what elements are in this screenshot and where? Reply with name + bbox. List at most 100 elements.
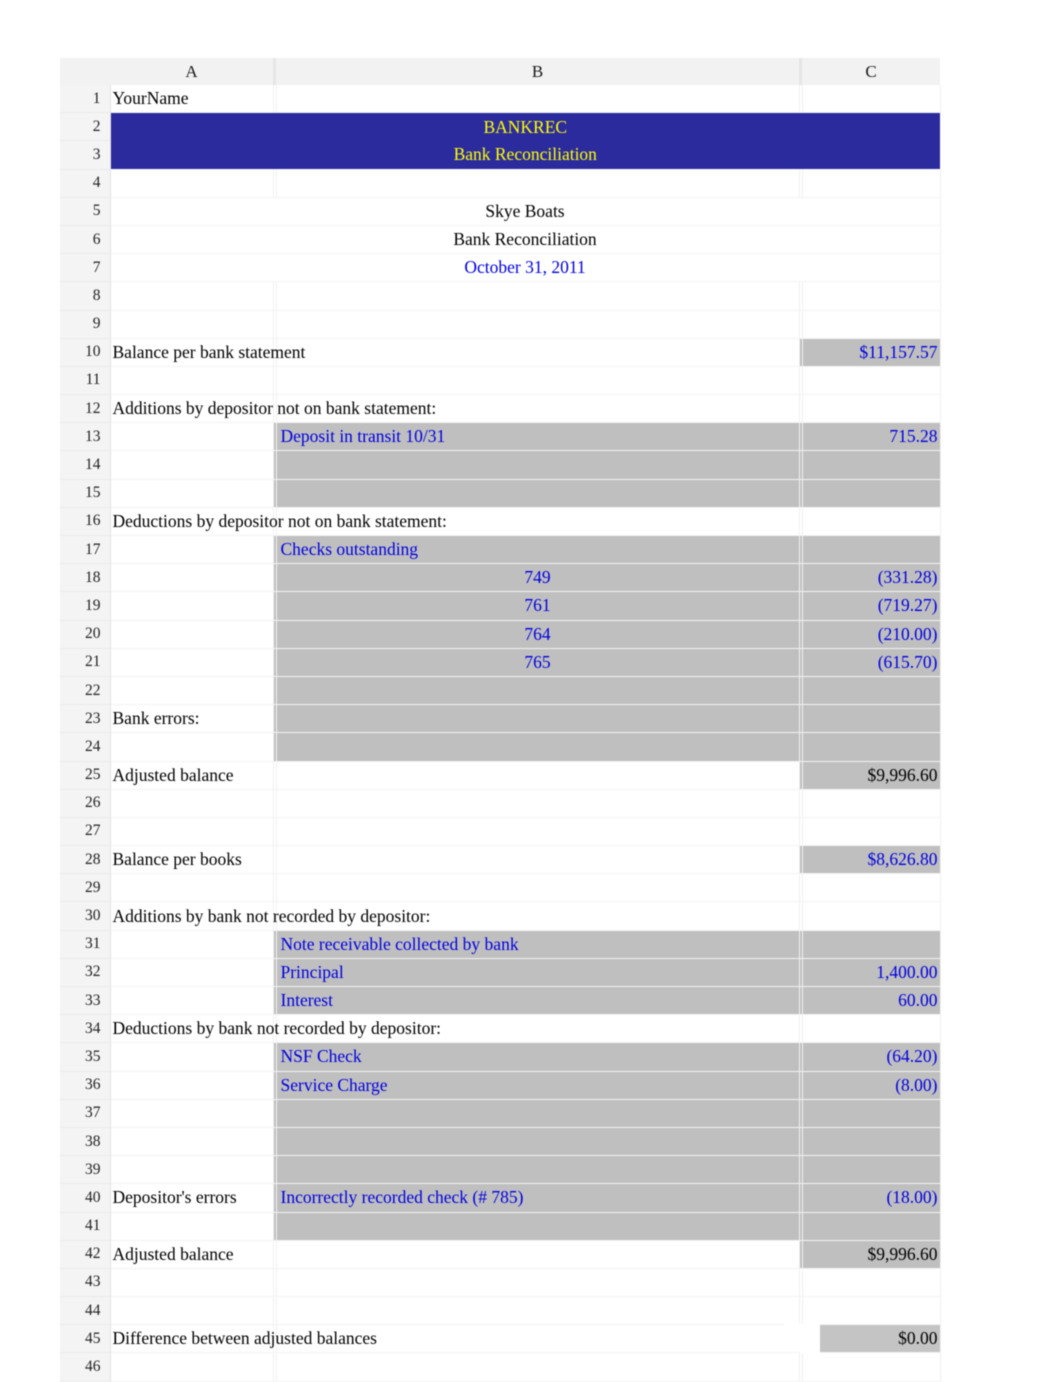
cell-b42[interactable]: [276, 1240, 800, 1269]
row-header-27[interactable]: 27: [60, 817, 111, 847]
cell-deposit-in-transit-label[interactable]: Deposit in transit 10/31: [276, 422, 800, 452]
table-row[interactable]: 18 749 (331.28): [60, 563, 941, 593]
cell-b26[interactable]: [276, 789, 800, 818]
row-header-43[interactable]: 43: [60, 1268, 111, 1298]
table-row[interactable]: 19 761 (719.27): [60, 591, 941, 621]
cell-report-date[interactable]: October 31, 2011: [110, 253, 941, 283]
cell-nsf-check-label[interactable]: NSF Check: [276, 1042, 800, 1072]
cell-service-charge-label[interactable]: Service Charge: [276, 1071, 800, 1100]
cell-c39[interactable]: [802, 1155, 941, 1185]
column-header-b[interactable]: B: [276, 58, 799, 85]
cell-a31[interactable]: [110, 930, 274, 959]
cell-b22[interactable]: [276, 676, 800, 706]
row-header-29[interactable]: 29: [60, 873, 111, 903]
cell-check-number-761[interactable]: 761: [276, 591, 800, 621]
cell-difference-value[interactable]: $0.00: [784, 1324, 941, 1354]
cell-b41[interactable]: [276, 1212, 800, 1241]
table-row[interactable]: 24: [60, 732, 941, 762]
cell-banner-title[interactable]: BANKREC: [110, 112, 940, 141]
cell-c30[interactable]: [802, 901, 941, 931]
cell-c31[interactable]: [802, 930, 941, 959]
row-header-18[interactable]: 18: [60, 563, 111, 593]
row-header-8[interactable]: 8: [60, 281, 111, 311]
table-row[interactable]: 32 Principal 1,400.00: [60, 958, 941, 988]
cell-check-amount-765[interactable]: (615.70): [802, 648, 941, 677]
cell-note-receivable-label[interactable]: Note receivable collected by bank: [276, 930, 800, 959]
cell-nsf-check-value[interactable]: (64.20): [802, 1042, 941, 1072]
row-header-32[interactable]: 32: [60, 958, 111, 988]
spreadsheet-sheet[interactable]: A B C 1 YourName 2 BANKREC 3 Bank Reconc…: [60, 58, 941, 1382]
cell-check-number-764[interactable]: 764: [276, 620, 800, 649]
table-row[interactable]: 40 Depositor's errors Incorrectly record…: [60, 1183, 941, 1213]
row-header-37[interactable]: 37: [60, 1099, 111, 1128]
cell-balance-per-bank-label[interactable]: Balance per bank statement: [110, 338, 305, 367]
cell-a33[interactable]: [110, 986, 274, 1016]
row-header-21[interactable]: 21: [60, 648, 111, 677]
cell-principal-label[interactable]: Principal: [276, 958, 800, 988]
cell-balance-per-books-label[interactable]: Balance per books: [110, 845, 274, 875]
cell-b29[interactable]: [276, 873, 800, 903]
cell-c9[interactable]: [802, 310, 941, 339]
cell-a38[interactable]: [110, 1127, 274, 1157]
row-header-41[interactable]: 41: [60, 1212, 111, 1241]
row-header-15[interactable]: 15: [60, 479, 111, 508]
row-header-7[interactable]: 7: [60, 253, 111, 283]
cell-check-amount-749[interactable]: (331.28): [802, 563, 941, 593]
row-header-26[interactable]: 26: [60, 789, 111, 818]
cell-check-number-765[interactable]: 765: [276, 648, 800, 677]
cell-c14[interactable]: [802, 450, 941, 480]
cell-additions-depositor-label[interactable]: Additions by depositor not on bank state…: [110, 394, 436, 424]
row-header-35[interactable]: 35: [60, 1042, 111, 1072]
cell-check-amount-764[interactable]: (210.00): [802, 620, 941, 649]
cell-b15[interactable]: [276, 479, 800, 508]
table-row[interactable]: 17 Checks outstanding: [60, 535, 941, 565]
cell-c4[interactable]: [802, 169, 941, 198]
cell-a44[interactable]: [110, 1296, 274, 1326]
table-row[interactable]: 11: [60, 366, 941, 396]
table-row[interactable]: 10 Balance per bank statement $11,157.57: [60, 338, 941, 367]
row-header-11[interactable]: 11: [60, 366, 111, 396]
row-header-38[interactable]: 38: [60, 1127, 111, 1157]
table-row[interactable]: 28 Balance per books $8,626.80: [60, 845, 941, 875]
table-row[interactable]: 3 Bank Reconciliation: [60, 140, 940, 170]
row-header-24[interactable]: 24: [60, 732, 111, 762]
cell-c1[interactable]: [802, 85, 941, 114]
cell-deposit-in-transit-value[interactable]: 715.28: [802, 422, 941, 452]
cell-a17[interactable]: [110, 535, 274, 565]
row-header-17[interactable]: 17: [60, 535, 111, 565]
cell-c29[interactable]: [802, 873, 941, 903]
table-row[interactable]: 29: [60, 873, 941, 903]
cell-b43[interactable]: [276, 1268, 800, 1298]
cell-a27[interactable]: [110, 817, 274, 847]
cell-c11[interactable]: [802, 366, 941, 396]
table-row[interactable]: 33 Interest 60.00: [60, 986, 941, 1016]
table-row[interactable]: 25 Adjusted balance $9,996.60: [60, 761, 941, 790]
table-row[interactable]: 27: [60, 817, 941, 847]
cell-b14[interactable]: [276, 450, 800, 480]
cell-a29[interactable]: [110, 873, 274, 903]
cell-balance-per-books-value[interactable]: $8,626.80: [802, 845, 941, 875]
table-row[interactable]: 35 NSF Check (64.20): [60, 1042, 941, 1072]
row-header-23[interactable]: 23: [60, 704, 111, 734]
cell-a14[interactable]: [110, 450, 274, 480]
cell-a9[interactable]: [110, 310, 274, 339]
table-row[interactable]: 31 Note receivable collected by bank: [60, 930, 941, 959]
row-header-13[interactable]: 13: [60, 422, 111, 452]
table-row[interactable]: 4: [60, 169, 941, 198]
column-header-c[interactable]: C: [802, 58, 940, 85]
table-row[interactable]: 44: [60, 1296, 941, 1326]
cell-adjusted-balance-books-label[interactable]: Adjusted balance: [110, 1240, 274, 1269]
table-row[interactable]: 9: [60, 310, 941, 339]
row-header-12[interactable]: 12: [60, 394, 111, 424]
cell-a39[interactable]: [110, 1155, 274, 1185]
cell-report-title[interactable]: Bank Reconciliation: [110, 225, 941, 255]
cell-check-amount-761[interactable]: (719.27): [802, 591, 941, 621]
cell-adjusted-balance-bank-label[interactable]: Adjusted balance: [110, 761, 274, 790]
cell-b11[interactable]: [276, 366, 800, 396]
cell-c8[interactable]: [802, 281, 941, 311]
row-header-19[interactable]: 19: [60, 591, 111, 621]
cell-incorrect-check-value[interactable]: (18.00): [802, 1183, 941, 1213]
cell-incorrect-check-label[interactable]: Incorrectly recorded check (# 785): [276, 1183, 800, 1213]
cell-a37[interactable]: [110, 1099, 274, 1128]
row-header-4[interactable]: 4: [60, 169, 111, 198]
